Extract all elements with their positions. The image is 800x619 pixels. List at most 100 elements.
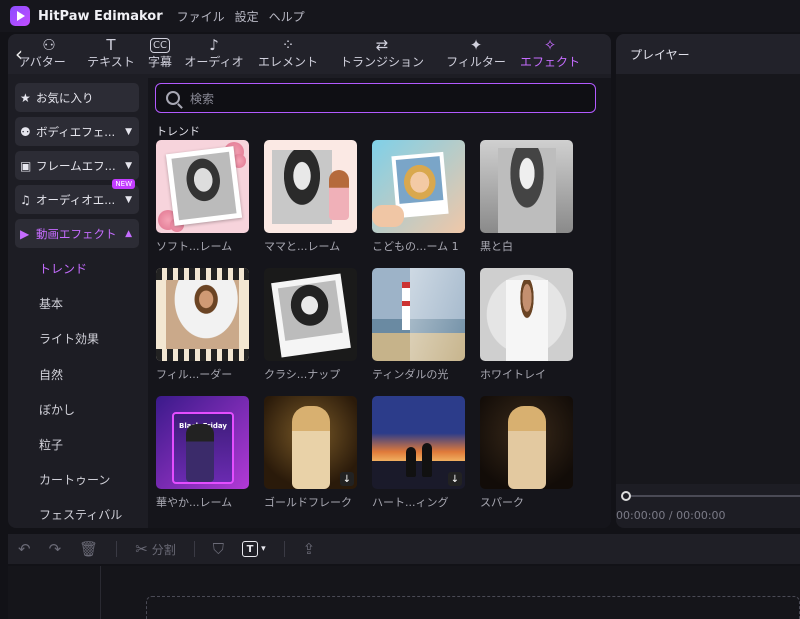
effect-card[interactable]: クラシ...ナップ — [264, 268, 357, 382]
effect-label: ママと...レーム — [264, 240, 341, 253]
tab-avatar-label: アバター — [18, 55, 66, 69]
subcategory-blur[interactable]: ぼかし — [39, 401, 75, 418]
search-placeholder: 検索 — [190, 91, 215, 106]
subcategory-light[interactable]: ライト効果 — [39, 330, 99, 347]
effect-thumbnail — [156, 140, 249, 233]
subcategory-nature[interactable]: 自然 — [39, 366, 63, 383]
effect-thumbnail — [480, 268, 573, 361]
tab-element-label: エレメント — [257, 55, 318, 69]
split-button[interactable]: ✂ 分割 — [135, 540, 176, 558]
category-sidebar: ★ お気に入り ⚉ ボディエフェ... ▼ ▣ フレームエフ... ▼ ♫ オー… — [8, 78, 146, 528]
app-window: HitPaw Edimakor ファイル 設定 ヘルプ ‹ ⚇ アバター T テ… — [0, 0, 800, 619]
effect-card[interactable]: ↓ ゴールドフレーク — [264, 396, 357, 510]
category-frame-effects[interactable]: ▣ フレームエフ... ▼ — [15, 151, 139, 180]
effect-thumbnail — [156, 268, 249, 361]
redo-icon[interactable]: ↷ — [49, 540, 62, 558]
category-video-effects[interactable]: ▶ 動画エフェクト ▲ — [15, 219, 139, 248]
effect-label: 黒と白 — [480, 240, 513, 253]
effect-card[interactable]: 黒と白 — [480, 140, 573, 254]
effect-label: フィル...ーダー — [156, 368, 233, 381]
divider — [283, 541, 285, 557]
filter-icon: ✦ — [469, 36, 483, 54]
effect-card[interactable]: こどもの...ーム 1 — [372, 140, 465, 254]
tab-filter-label: フィルター — [446, 55, 506, 69]
category-audio-effects[interactable]: ♫ オーディオエ... ▼ NEW — [15, 179, 139, 214]
playback-time: 00:00:00 / 00:00:00 — [616, 509, 726, 522]
star-icon: ★ — [20, 90, 31, 105]
chevron-down-icon: ▼ — [125, 160, 132, 171]
text-tool-icon: T — [242, 541, 259, 557]
split-label: 分割 — [151, 542, 176, 557]
export-frame-icon[interactable]: ⇪ — [303, 540, 316, 558]
tab-avatar[interactable]: ⚇ アバター — [18, 34, 68, 74]
effect-card[interactable]: ホワイトレイ — [480, 268, 573, 382]
undo-icon[interactable]: ↶ — [18, 540, 31, 558]
time-separator: / — [668, 509, 673, 522]
effect-label: ソフト...レーム — [156, 240, 233, 253]
app-logo-icon — [10, 6, 30, 26]
delete-icon[interactable]: 🗑 — [79, 540, 98, 558]
effect-label: こどもの...ーム 1 — [372, 240, 459, 253]
player-viewport — [616, 74, 800, 484]
subcategory-basic[interactable]: 基本 — [39, 295, 63, 312]
effect-thumbnail — [480, 140, 573, 233]
tab-subtitle[interactable]: CC 字幕 — [142, 34, 178, 74]
effect-label: ハート...ィング — [372, 496, 449, 509]
menu-bar: ファイル 設定 ヘルプ — [177, 8, 315, 25]
effect-card[interactable]: ティンダルの光 — [372, 268, 465, 382]
tab-audio[interactable]: ♪ オーディオ — [178, 34, 250, 74]
playhead-handle[interactable] — [621, 491, 631, 501]
menu-help[interactable]: ヘルプ — [269, 8, 305, 25]
effect-icon: ✧ — [543, 36, 557, 54]
chevron-down-icon: ▼ — [125, 194, 132, 205]
search-input[interactable]: 検索 — [155, 83, 596, 113]
timeline-toolbar: ↶ ↷ 🗑 ✂ 分割 ⛉ T ▾ ⇪ — [8, 534, 800, 564]
element-icon: ⁘ — [281, 36, 295, 54]
tab-filter[interactable]: ✦ フィルター — [438, 34, 514, 74]
effect-thumbnail — [264, 268, 357, 361]
category-body-effects[interactable]: ⚉ ボディエフェ... ▼ — [15, 117, 139, 146]
text-icon: T — [106, 36, 116, 54]
subcategory-cartoon[interactable]: カートゥーン — [39, 471, 110, 488]
tab-effect[interactable]: ✧ エフェクト — [514, 34, 586, 74]
effect-label: スパーク — [480, 496, 524, 509]
download-icon[interactable]: ↓ — [340, 472, 354, 486]
video-icon: ▶ — [20, 226, 30, 241]
subcategory-particle[interactable]: 粒子 — [39, 436, 63, 453]
tab-text-label: テキスト — [87, 55, 135, 69]
effect-card[interactable]: ↓ ハート...ィング — [372, 396, 465, 510]
chevron-up-icon: ▲ — [125, 228, 132, 239]
player-panel: プレイヤー 00:00:00 / 00:00:00 — [616, 34, 800, 528]
category-label: 動画エフェクト — [36, 226, 117, 241]
effect-label: クラシ...ナップ — [264, 368, 341, 381]
divider — [193, 541, 195, 557]
effect-card[interactable]: ソフト...レーム — [156, 140, 249, 254]
effect-card[interactable]: ママと...レーム — [264, 140, 357, 254]
tab-text[interactable]: T テキスト — [80, 34, 142, 74]
tab-transition[interactable]: ⇄ トランジション — [326, 34, 438, 74]
timeline-divider — [100, 566, 101, 619]
divider — [116, 541, 118, 557]
feature-toolbar: ‹ ⚇ アバター T テキスト CC 字幕 ♪ オーディオ ⁘ エレメント ⇄ … — [8, 34, 611, 74]
category-favorites[interactable]: ★ お気に入り — [15, 83, 139, 112]
effect-thumbnail — [264, 140, 357, 233]
chevron-down-icon: ▼ — [125, 126, 132, 137]
tab-element[interactable]: ⁘ エレメント — [250, 34, 326, 74]
shield-icon[interactable]: ⛉ — [213, 540, 224, 558]
subcategory-trend[interactable]: トレンド — [39, 260, 87, 277]
download-icon[interactable]: ↓ — [448, 472, 462, 486]
playback-scrubber[interactable] — [625, 495, 800, 497]
menu-settings[interactable]: 設定 — [235, 8, 259, 25]
effect-card[interactable]: フィル...ーダー — [156, 268, 249, 382]
category-label: フレームエフ... — [36, 158, 116, 173]
scissors-icon: ✂ — [135, 540, 148, 558]
effect-thumbnail — [372, 140, 465, 233]
menu-file[interactable]: ファイル — [177, 8, 225, 25]
subcategory-festival[interactable]: フェスティバル — [39, 506, 122, 523]
effect-card[interactable]: Black Friday 華やか...レーム — [156, 396, 249, 510]
effect-thumbnail: ↓ — [372, 396, 465, 489]
effect-card[interactable]: スパーク — [480, 396, 573, 510]
text-tool-button[interactable]: T ▾ — [242, 541, 266, 557]
timeline-drop-zone[interactable] — [146, 596, 800, 619]
tab-subtitle-label: 字幕 — [147, 55, 172, 69]
